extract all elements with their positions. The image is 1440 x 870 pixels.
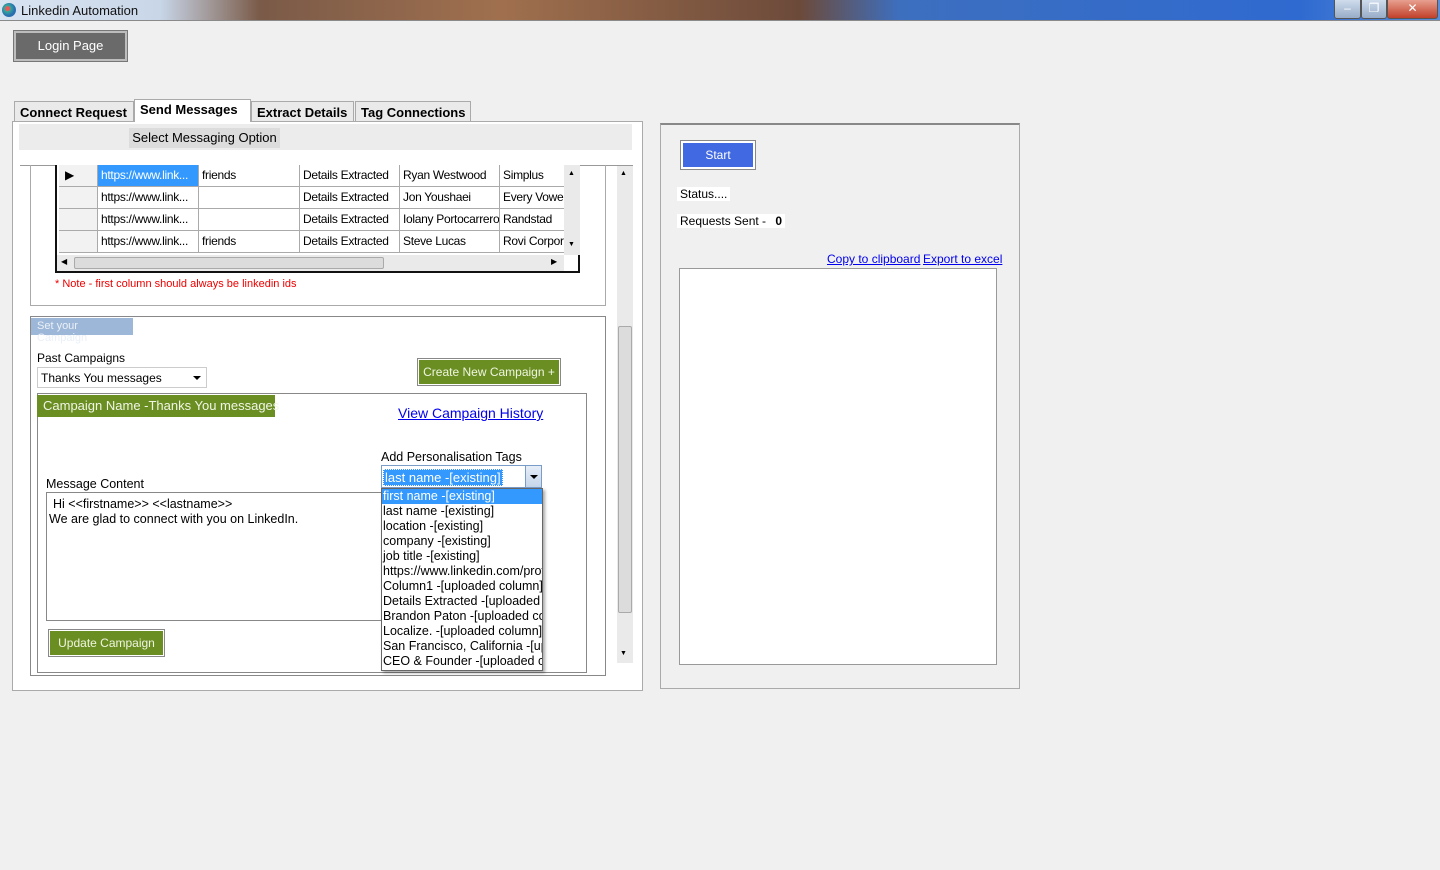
- personalisation-tags-dropdown[interactable]: first name -[existing] last name -[exist…: [381, 488, 543, 671]
- campaign-name-header: Campaign Name -Thanks You messages: [37, 395, 279, 417]
- set-campaign-label: Set your Campaign: [31, 318, 133, 344]
- cell-url[interactable]: https://www.link...: [98, 187, 199, 209]
- cell-company[interactable]: Randstad: [500, 209, 565, 231]
- note-text: * Note - first column should always be l…: [55, 278, 297, 290]
- row-header[interactable]: [59, 209, 98, 231]
- scroll-right-icon[interactable]: ▶: [551, 257, 557, 266]
- scroll-down-icon[interactable]: ▼: [620, 650, 627, 657]
- requests-sent-label: Requests Sent -: [680, 214, 767, 228]
- cell-tag[interactable]: friends: [199, 231, 300, 253]
- dropdown-option[interactable]: Localize. -[uploaded column]: [382, 624, 542, 639]
- title-bar: Linkedin Automation – ❐ ✕: [0, 0, 1440, 21]
- row-header[interactable]: [59, 187, 98, 209]
- copy-to-clipboard-link[interactable]: Copy to clipboard: [827, 252, 920, 266]
- update-campaign-button[interactable]: Update Campaign: [48, 629, 165, 657]
- start-button[interactable]: Start: [680, 140, 756, 170]
- table-row[interactable]: https://www.link... Details Extracted Io…: [59, 209, 565, 231]
- past-campaigns-value: Thanks You messages: [41, 371, 162, 385]
- message-line: We are glad to connect with you on Linke…: [49, 512, 299, 526]
- cell-status[interactable]: Details Extracted: [300, 231, 400, 253]
- row-header[interactable]: ▶: [59, 165, 98, 187]
- scroll-down-icon[interactable]: ▼: [568, 241, 575, 248]
- dropdown-option[interactable]: last name -[existing]: [382, 504, 542, 519]
- select-messaging-option[interactable]: Select Messaging Option: [129, 128, 280, 148]
- cell-tag[interactable]: friends: [199, 165, 300, 187]
- cell-name[interactable]: Iolany Portocarrero: [400, 209, 500, 231]
- table-row[interactable]: ▶ https://www.link... friends Details Ex…: [59, 165, 565, 187]
- dropdown-option[interactable]: first name -[existing]: [382, 489, 542, 504]
- dropdown-option[interactable]: Details Extracted -[uploaded c: [382, 594, 542, 609]
- dropdown-option[interactable]: Brandon Paton -[uploaded co: [382, 609, 542, 624]
- window-title: Linkedin Automation: [21, 3, 139, 18]
- dropdown-option[interactable]: CEO & Founder -[uploaded co: [382, 654, 542, 669]
- cell-company[interactable]: Simplus: [500, 165, 565, 187]
- cell-url[interactable]: https://www.link...: [98, 165, 199, 187]
- cell-name[interactable]: Steve Lucas: [400, 231, 500, 253]
- app-icon: [2, 3, 16, 17]
- message-content-textarea[interactable]: Hi <<firstname>> <<lastname>> We are gla…: [46, 492, 406, 621]
- grid-vertical-scrollbar[interactable]: ▲ ▼: [564, 165, 580, 255]
- cell-company[interactable]: Rovi Corpora: [500, 231, 565, 253]
- minimize-icon[interactable]: –: [1334, 0, 1361, 19]
- grid-horizontal-scrollbar[interactable]: ◀ ▶: [57, 255, 564, 271]
- cell-company[interactable]: Every Vowel: [500, 187, 565, 209]
- scroll-thumb[interactable]: [618, 326, 632, 613]
- data-grid[interactable]: ▶ https://www.link... friends Details Ex…: [55, 165, 580, 273]
- personalisation-tags-select[interactable]: last name -[existing]: [381, 465, 542, 488]
- cell-tag[interactable]: [199, 187, 300, 209]
- dropdown-option[interactable]: San Francisco, California -[up: [382, 639, 542, 654]
- dropdown-option[interactable]: company -[existing]: [382, 534, 542, 549]
- chevron-down-icon: [193, 376, 201, 380]
- vertical-scrollbar[interactable]: ▲ ▼: [617, 166, 633, 663]
- personalisation-tags-label: Add Personalisation Tags: [381, 450, 522, 464]
- message-line: Hi <<firstname>> <<lastname>>: [53, 497, 233, 511]
- message-content-label: Message Content: [46, 477, 144, 491]
- scroll-up-icon[interactable]: ▲: [568, 170, 575, 177]
- scroll-thumb[interactable]: [74, 257, 384, 269]
- tab-connect-request[interactable]: Connect Request: [14, 101, 134, 122]
- dropdown-option[interactable]: job title -[existing]: [382, 549, 542, 564]
- requests-sent-value: 0: [775, 214, 783, 228]
- close-icon[interactable]: ✕: [1387, 0, 1438, 19]
- cell-url[interactable]: https://www.link...: [98, 209, 199, 231]
- requests-sent: Requests Sent - 0: [677, 214, 786, 228]
- dropdown-option[interactable]: Column1 -[uploaded column]: [382, 579, 542, 594]
- restore-icon[interactable]: ❐: [1361, 0, 1387, 19]
- cell-status[interactable]: Details Extracted: [300, 209, 400, 231]
- row-header[interactable]: [59, 231, 98, 253]
- option-band: [19, 124, 632, 150]
- tab-send-messages[interactable]: Send Messages: [134, 99, 251, 122]
- export-to-excel-link[interactable]: Export to excel: [923, 252, 1002, 266]
- login-page-button[interactable]: Login Page: [13, 30, 128, 62]
- scroll-left-icon[interactable]: ◀: [61, 257, 67, 266]
- cell-url[interactable]: https://www.link...: [98, 231, 199, 253]
- chevron-down-icon: [530, 475, 538, 479]
- create-new-campaign-button[interactable]: Create New Campaign +: [417, 358, 561, 386]
- table-row[interactable]: https://www.link... friends Details Extr…: [59, 231, 565, 253]
- view-campaign-history-link[interactable]: View Campaign History: [398, 405, 543, 421]
- table-row[interactable]: https://www.link... Details Extracted Jo…: [59, 187, 565, 209]
- cell-name[interactable]: Ryan Westwood: [400, 165, 500, 187]
- cell-status[interactable]: Details Extracted: [300, 165, 400, 187]
- past-campaigns-select[interactable]: Thanks You messages: [37, 367, 207, 388]
- dropdown-option[interactable]: location -[existing]: [382, 519, 542, 534]
- status-label: Status....: [677, 187, 731, 201]
- cell-status[interactable]: Details Extracted: [300, 187, 400, 209]
- cell-tag[interactable]: [199, 209, 300, 231]
- tab-tag-connections[interactable]: Tag Connections: [355, 101, 471, 122]
- past-campaigns-label: Past Campaigns: [37, 351, 126, 365]
- dropdown-option[interactable]: https://www.linkedin.com/prof: [382, 564, 542, 579]
- tab-extract-details[interactable]: Extract Details: [251, 101, 354, 122]
- scroll-up-icon[interactable]: ▲: [620, 170, 627, 177]
- cell-name[interactable]: Jon Youshaei: [400, 187, 500, 209]
- dropdown-button[interactable]: [525, 466, 541, 487]
- results-listbox[interactable]: [679, 268, 997, 665]
- personalisation-tags-value: last name -[existing]: [383, 469, 503, 486]
